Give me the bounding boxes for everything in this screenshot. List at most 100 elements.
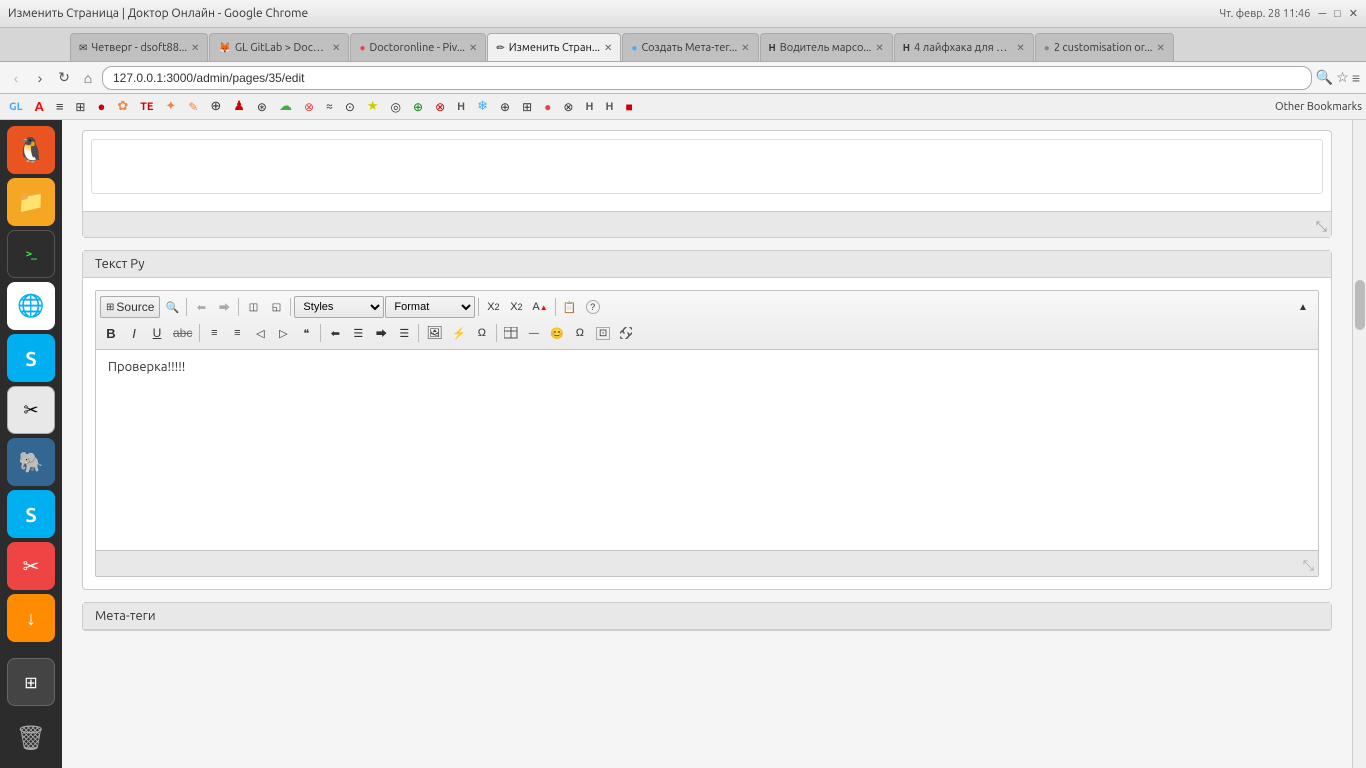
bookmark-h3[interactable]: H bbox=[600, 99, 618, 115]
styles-select[interactable]: Styles bbox=[294, 296, 384, 318]
special-char2-button[interactable]: Ω bbox=[569, 322, 591, 344]
bookmark-star2[interactable]: ★ bbox=[362, 97, 384, 116]
dock-uget[interactable]: ↓ bbox=[7, 594, 55, 642]
bookmark-h1[interactable]: H bbox=[452, 99, 470, 115]
bookmark-plus2[interactable]: ⊕ bbox=[408, 98, 428, 116]
dock-pgadmin[interactable]: 🐘 bbox=[7, 438, 55, 486]
minimize-btn[interactable]: ─ bbox=[1318, 8, 1326, 20]
bookmark-grid2[interactable]: ⊞ bbox=[517, 98, 537, 116]
home-button[interactable]: ⌂ bbox=[78, 68, 98, 88]
align-justify-button[interactable]: ☰ bbox=[393, 322, 415, 344]
tab-edit-page[interactable]: ✏ Изменить Стран... ✕ bbox=[487, 33, 621, 61]
bookmark-flower[interactable]: ✿ bbox=[112, 97, 133, 116]
bookmark-gl[interactable]: GL bbox=[4, 99, 28, 115]
bookmark-wave[interactable]: ≈ bbox=[321, 98, 338, 115]
tab-meta-close[interactable]: ✕ bbox=[741, 42, 749, 54]
bookmark-cross[interactable]: ⊗ bbox=[299, 98, 319, 116]
tab-hacks[interactable]: H 4 лайфхака для ин... ✕ bbox=[894, 33, 1034, 61]
copy-format-button[interactable]: 📋 bbox=[559, 296, 581, 318]
help-button[interactable]: ? bbox=[582, 296, 604, 318]
bookmark-te[interactable]: TE bbox=[135, 99, 158, 115]
format-select[interactable]: Format bbox=[385, 296, 475, 318]
bookmark-x3[interactable]: ⊗ bbox=[558, 98, 578, 116]
back-button[interactable]: ‹ bbox=[6, 68, 26, 88]
dock-trash[interactable]: 🗑 bbox=[7, 714, 55, 762]
find-button[interactable]: 🔍 bbox=[161, 296, 183, 318]
strikethrough-button[interactable]: abc bbox=[169, 322, 196, 344]
browser-scrollbar[interactable] bbox=[1352, 120, 1366, 768]
link-button[interactable] bbox=[615, 322, 637, 344]
italic-button[interactable]: I bbox=[123, 322, 145, 344]
align-center-button[interactable]: ☰ bbox=[347, 322, 369, 344]
unordered-list-button[interactable]: ≡ bbox=[226, 322, 248, 344]
tab-doctoronline[interactable]: ● Doctoronline - Piv... ✕ bbox=[350, 33, 486, 61]
tab-driver[interactable]: H Водитель марсо... ✕ bbox=[760, 33, 893, 61]
forward-button[interactable]: › bbox=[30, 68, 50, 88]
dock-skype2[interactable]: S bbox=[7, 490, 55, 538]
bookmark-x2[interactable]: ⊗ bbox=[430, 98, 450, 116]
bookmark-circle[interactable]: ● bbox=[92, 97, 110, 116]
iframe-button[interactable]: ⊡ bbox=[592, 322, 614, 344]
tab-gitlab[interactable]: 🦊 GL GitLab > DoctorOn... ✕ bbox=[209, 33, 349, 61]
tab-custom[interactable]: ● 2 customisation or... ✕ bbox=[1035, 33, 1174, 61]
close-btn[interactable]: ✕ bbox=[1349, 7, 1358, 20]
dock-skype1[interactable]: S bbox=[7, 334, 55, 382]
bold-button[interactable]: B bbox=[100, 322, 122, 344]
bookmark-h2[interactable]: H bbox=[580, 99, 598, 115]
image-button[interactable]: 🖼 bbox=[422, 322, 447, 344]
scrollbar-thumb[interactable] bbox=[1355, 280, 1365, 330]
undo-left-button[interactable]: ⬅ bbox=[190, 296, 212, 318]
ordered-list-button[interactable]: ≡ bbox=[203, 322, 225, 344]
maximize-btn[interactable]: □ bbox=[1334, 8, 1341, 20]
indent-button[interactable]: ▷ bbox=[272, 322, 294, 344]
show-blocks-button[interactable]: ◱ bbox=[265, 296, 287, 318]
tab-meta[interactable]: ● Создать Мета-тег... ✕ bbox=[622, 33, 758, 61]
dock-chrome[interactable]: 🌐 bbox=[7, 282, 55, 330]
underline-button[interactable]: U bbox=[146, 322, 168, 344]
address-input[interactable] bbox=[102, 66, 1312, 90]
top-textarea[interactable] bbox=[91, 139, 1323, 194]
tab-doctoronline-close[interactable]: ✕ bbox=[469, 42, 477, 54]
special-char-button[interactable]: Ω bbox=[471, 322, 493, 344]
bookmark-icon[interactable]: ☆ bbox=[1336, 69, 1349, 86]
tab-gmail-close[interactable]: ✕ bbox=[191, 42, 199, 54]
align-left-button[interactable]: ⬅ bbox=[324, 322, 346, 344]
tab-custom-close[interactable]: ✕ bbox=[1157, 42, 1165, 54]
bookmark-chess[interactable]: ♟ bbox=[228, 97, 250, 116]
bookmark-snowflake[interactable]: ❄ bbox=[472, 97, 493, 116]
redo-right-button[interactable]: ⮕ bbox=[213, 296, 235, 318]
ckeditor-resize-handle[interactable]: ⤡ bbox=[1303, 557, 1314, 574]
flash-button[interactable]: ⚡ bbox=[448, 322, 470, 344]
bookmark-ring[interactable]: ◎ bbox=[386, 98, 406, 116]
hr-button[interactable]: ― bbox=[523, 322, 545, 344]
bookmark-dot[interactable]: ● bbox=[539, 98, 556, 116]
smiley-button[interactable]: 😊 bbox=[546, 322, 568, 344]
bookmark-grid[interactable]: ⊞ bbox=[70, 98, 90, 116]
bookmark-circle2[interactable]: ⊙ bbox=[340, 98, 360, 116]
dock-workspace[interactable]: ⊞ bbox=[7, 658, 55, 706]
dock-terminal[interactable]: >_ bbox=[7, 230, 55, 278]
dock-cuteditor[interactable]: ✂ bbox=[7, 386, 55, 434]
table-button[interactable] bbox=[500, 322, 522, 344]
tab-edit-page-close[interactable]: ✕ bbox=[604, 42, 612, 54]
subscript-button[interactable]: X2 bbox=[482, 296, 504, 318]
font-color-button[interactable]: A▲ bbox=[528, 296, 551, 318]
blockquote-button[interactable]: ❝ bbox=[295, 322, 317, 344]
superscript-button[interactable]: X2 bbox=[505, 296, 527, 318]
align-right-button[interactable]: ⮕ bbox=[370, 322, 392, 344]
bookmark-s1[interactable]: ⊛ bbox=[252, 98, 272, 116]
dock-xcut[interactable]: ✂ bbox=[7, 542, 55, 590]
tab-gmail[interactable]: ✉ Четверг - dsoft88... ✕ bbox=[70, 33, 208, 61]
bookmark-star[interactable]: ✦ bbox=[160, 97, 181, 116]
bookmark-plus3[interactable]: ⊕ bbox=[495, 98, 515, 116]
tab-hacks-close[interactable]: ✕ bbox=[1016, 42, 1024, 54]
zoom-icon[interactable]: 🔍 bbox=[1316, 69, 1333, 86]
chrome-menu-icon[interactable]: ≡ bbox=[1352, 70, 1360, 86]
bookmark-list[interactable]: ≡ bbox=[51, 97, 69, 116]
tab-gitlab-close[interactable]: ✕ bbox=[332, 42, 340, 54]
bookmark-cloud[interactable]: ☁ bbox=[274, 97, 297, 116]
maximize-btn-ck[interactable]: ◫ bbox=[242, 296, 264, 318]
dock-files[interactable]: 📁 bbox=[7, 178, 55, 226]
dock-ubuntu[interactable]: 🐧 bbox=[7, 126, 55, 174]
bookmark-globe[interactable]: ⊕ bbox=[205, 97, 226, 116]
